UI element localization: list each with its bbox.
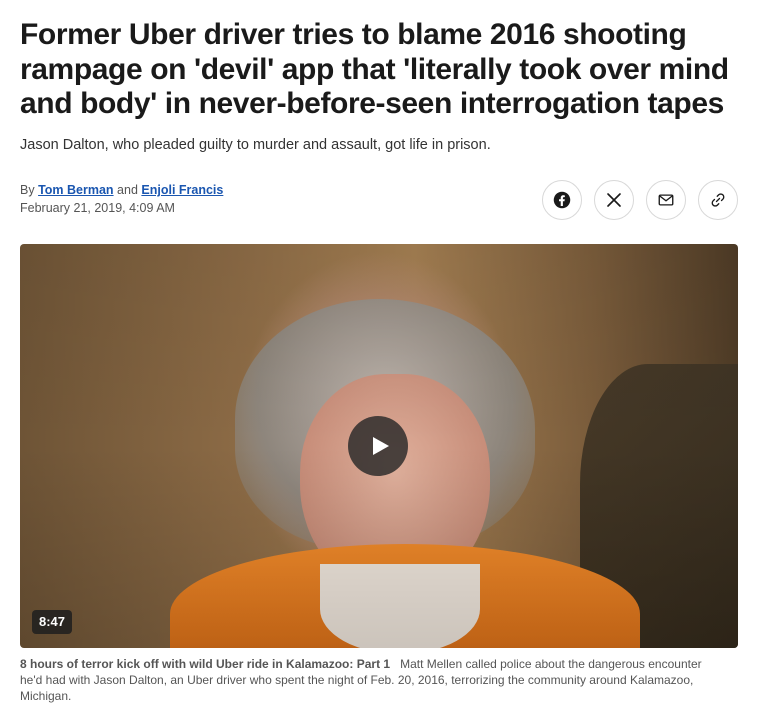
video-caption-title: 8 hours of terror kick off with wild Ube…: [20, 657, 391, 671]
share-x-button[interactable]: [594, 180, 634, 220]
publish-date: February 21, 2019, 4:09 AM: [20, 201, 175, 215]
video-caption: 8 hours of terror kick off with wild Ube…: [20, 656, 720, 704]
article-subhead: Jason Dalton, who pleaded guilty to murd…: [20, 137, 491, 153]
share-bar: [542, 180, 738, 220]
article-headline: Former Uber driver tries to blame 2016 s…: [20, 18, 729, 120]
share-facebook-button[interactable]: [542, 180, 582, 220]
share-copy-link-button[interactable]: [698, 180, 738, 220]
video-duration-badge: 8:47: [32, 610, 73, 634]
play-button[interactable]: [348, 416, 408, 476]
x-icon: [607, 193, 621, 207]
author-link-tom-berman[interactable]: Tom Berman: [38, 183, 113, 197]
video-player[interactable]: 8:47: [20, 244, 738, 648]
byline-conjunction: and: [117, 183, 138, 197]
play-icon: [373, 437, 389, 455]
byline-prefix: By: [20, 183, 35, 197]
mail-icon: [658, 194, 674, 206]
byline: By Tom Berman and Enjoli Francis: [20, 182, 223, 199]
link-icon: [711, 193, 725, 207]
share-email-button[interactable]: [646, 180, 686, 220]
facebook-icon: [553, 191, 571, 209]
author-link-enjoli-francis[interactable]: Enjoli Francis: [141, 183, 223, 197]
